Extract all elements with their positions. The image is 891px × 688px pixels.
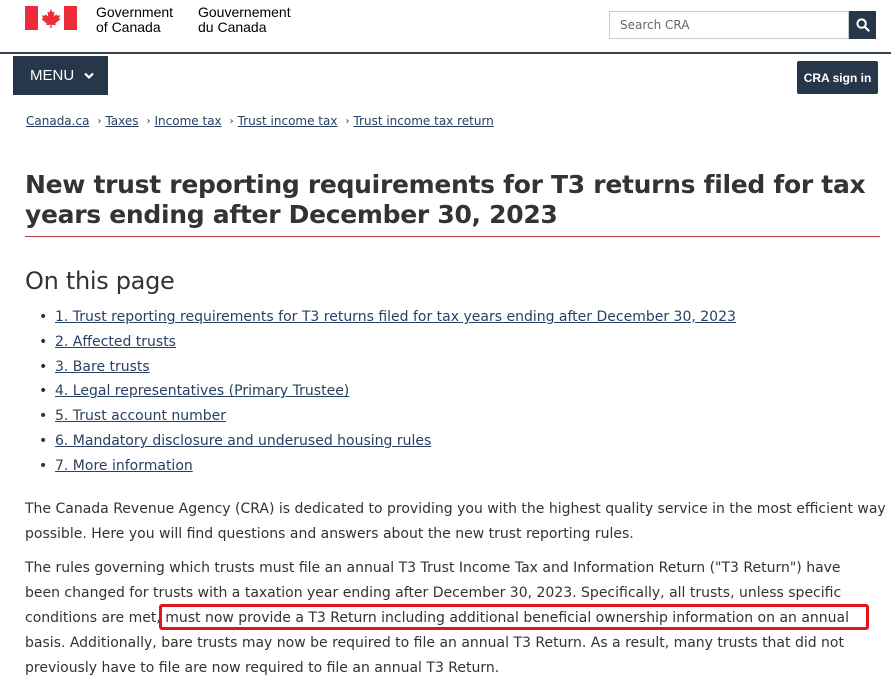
highlight-annotation-box [159, 604, 869, 630]
chevron-right-icon: › [97, 115, 102, 127]
on-this-page-heading: On this page [25, 267, 175, 295]
intro-paragraph: The Canada Revenue Agency (CRA) is dedic… [25, 497, 886, 547]
toc-item: 7. More information [55, 455, 736, 480]
toc-item: 6. Mandatory disclosure and underused ho… [55, 430, 736, 455]
paragraph-line: previously have to file are now required… [25, 660, 500, 676]
search-button[interactable] [849, 11, 876, 39]
breadcrumb-canada-ca[interactable]: Canada.ca [26, 114, 89, 128]
breadcrumb-trust-income-tax[interactable]: Trust income tax [238, 114, 338, 128]
toc-item: 4. Legal representatives (Primary Truste… [55, 380, 736, 405]
toc-link-4[interactable]: 4. Legal representatives (Primary Truste… [55, 380, 349, 405]
toc-link-3[interactable]: 3. Bare trusts [55, 356, 150, 381]
chevron-right-icon: › [229, 115, 234, 127]
menu-label: MENU [30, 67, 75, 84]
menu-button[interactable]: MENU [13, 56, 108, 95]
signature-fr-line2: du Canada [198, 19, 267, 35]
toc-link-5[interactable]: 5. Trust account number [55, 405, 226, 430]
search-form [609, 11, 876, 39]
paragraph-line: The Canada Revenue Agency (CRA) is dedic… [25, 501, 886, 517]
paragraph-line: been changed for trusts with a taxation … [25, 585, 842, 601]
search-input[interactable] [609, 11, 849, 39]
toc-item: 2. Affected trusts [55, 331, 736, 356]
toc-link-6[interactable]: 6. Mandatory disclosure and underused ho… [55, 430, 431, 455]
toc-link-2[interactable]: 2. Affected trusts [55, 331, 176, 356]
signature-fr-line1: Gouvernement [198, 4, 291, 20]
chevron-right-icon: › [146, 115, 151, 127]
breadcrumb-income-tax[interactable]: Income tax [155, 114, 222, 128]
signature-en-line2: of Canada [96, 19, 161, 35]
toc-item: 1. Trust reporting requirements for T3 r… [55, 306, 736, 331]
paragraph-line: possible. Here you will find questions a… [25, 526, 634, 542]
on-this-page-list: 1. Trust reporting requirements for T3 r… [55, 306, 736, 480]
signature-english[interactable]: Government of Canada [96, 5, 173, 35]
chevron-down-icon [84, 72, 94, 80]
page-title: New trust reporting requirements for T3 … [25, 170, 866, 229]
toc-item: 5. Trust account number [55, 405, 736, 430]
toc-link-1[interactable]: 1. Trust reporting requirements for T3 r… [55, 306, 736, 331]
paragraph-line: basis. Additionally, bare trusts may now… [25, 635, 844, 651]
signature-en-line1: Government [96, 4, 174, 20]
site-header: Government of Canada Gouvernement du Can… [0, 0, 891, 54]
title-divider [25, 236, 880, 237]
breadcrumb: Canada.ca › Taxes › Income tax › Trust i… [26, 114, 494, 128]
paragraph-line: The rules governing which trusts must fi… [25, 560, 841, 576]
search-icon [855, 18, 870, 32]
cra-sign-in-button[interactable]: CRA sign in [797, 61, 878, 94]
breadcrumb-trust-income-tax-return[interactable]: Trust income tax return [353, 114, 493, 128]
toc-link-7[interactable]: 7. More information [55, 455, 193, 480]
toc-item: 3. Bare trusts [55, 356, 736, 381]
signature-french[interactable]: Gouvernement du Canada [198, 5, 291, 35]
chevron-right-icon: › [345, 115, 350, 127]
canada-flag-icon[interactable] [25, 6, 77, 30]
breadcrumb-taxes[interactable]: Taxes [105, 114, 138, 128]
